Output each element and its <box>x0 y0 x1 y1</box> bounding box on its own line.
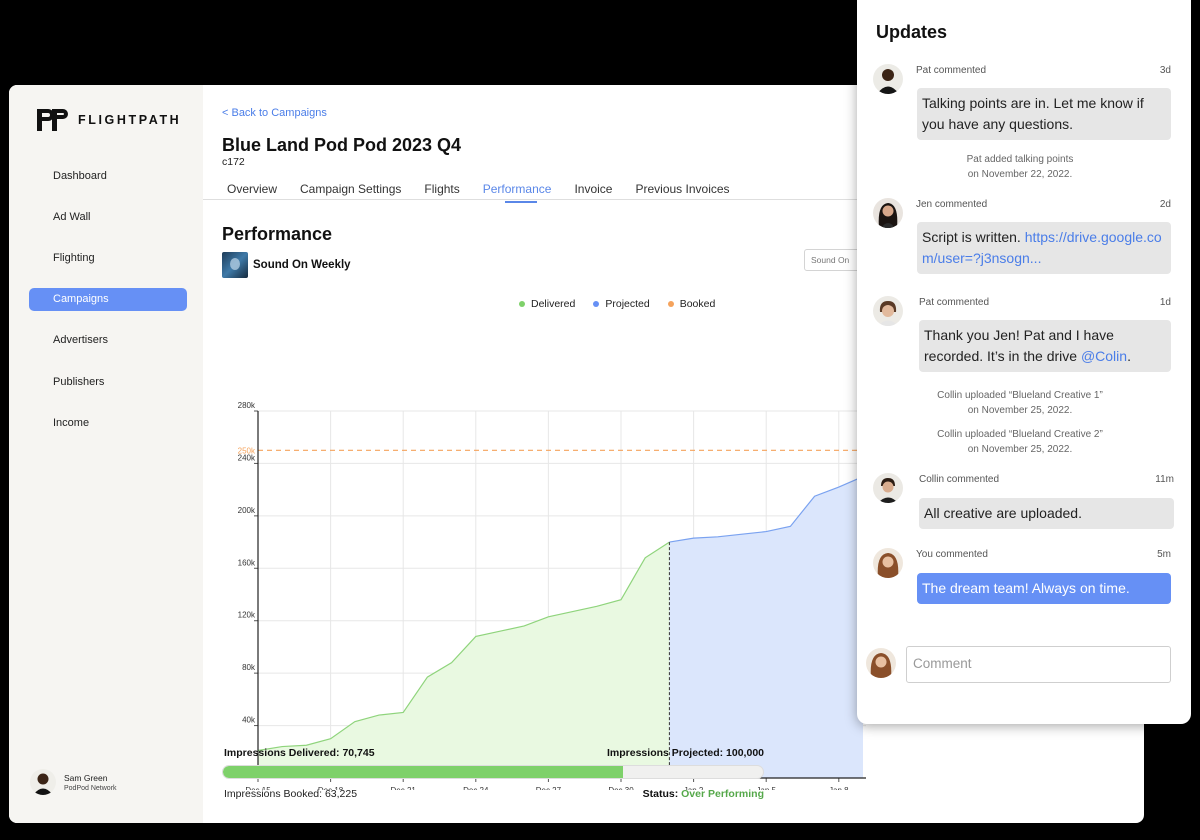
booked-line-label: 250k <box>238 446 256 455</box>
impressions-chart: 280k240k200k160k120k80k40kDec 15Dec 18De… <box>238 401 866 790</box>
update-author: Pat commented <box>916 65 987 76</box>
y-tick-label: 80k <box>242 663 256 672</box>
show-select[interactable]: Sound On <box>804 249 864 271</box>
comment-bubble: Thank you Jen! Pat and I have recorded. … <box>919 320 1171 372</box>
sidebar-item-dashboard[interactable]: Dashboard <box>29 165 187 188</box>
x-tick-label: Dec 24 <box>463 786 489 790</box>
show-thumbnail <box>222 252 248 278</box>
activity-note-line: Pat added talking points <box>966 154 1074 165</box>
activity-note-date: on November 25, 2022. <box>967 444 1073 455</box>
avatar <box>30 769 56 795</box>
y-tick-label: 40k <box>242 716 256 725</box>
logo[interactable]: FLIGHTPATH <box>37 109 181 131</box>
tab-bar: Overview Campaign Settings Flights Perfo… <box>227 182 753 203</box>
tab-campaign-settings[interactable]: Campaign Settings <box>300 182 401 196</box>
show-selector: Sound On Weekly <box>222 252 351 278</box>
update-time: 5m <box>1157 549 1171 560</box>
comment-text-suffix: . <box>1127 348 1131 364</box>
page-title: Blue Land Pod Pod 2023 Q4 <box>222 135 462 155</box>
legend-label: Projected <box>605 298 650 310</box>
update-time: 11m <box>1155 474 1174 485</box>
section-title: Performance <box>222 224 333 244</box>
tab-overview[interactable]: Overview <box>227 182 277 196</box>
update-author: Pat commented <box>919 297 990 308</box>
impressions-booked: Impressions Booked: 63,225 <box>224 788 358 800</box>
comment-bubble: All creative are uploaded. <box>919 498 1174 529</box>
back-to-campaigns-link[interactable]: < Back to Campaigns <box>222 107 327 119</box>
avatar <box>866 648 896 678</box>
campaign-code: c172 <box>222 156 245 168</box>
updates-title: Updates <box>876 22 948 42</box>
show-name: Sound On Weekly <box>253 259 351 271</box>
legend-item-delivered: Delivered <box>519 298 575 310</box>
impressions-progress-fill <box>223 766 623 778</box>
x-tick-label: Dec 21 <box>391 786 417 790</box>
sidebar-item-income[interactable]: Income <box>29 412 187 435</box>
avatar <box>873 548 903 578</box>
my-comment-bubble: The dream team! Always on time. <box>917 573 1171 604</box>
legend-item-booked: Booked <box>667 298 716 310</box>
impressions-progress-bar <box>222 765 764 779</box>
avatar <box>873 198 903 228</box>
update-author: Collin commented <box>919 474 1000 485</box>
flightpath-logo-icon <box>37 109 68 131</box>
user-org: PodPod Network <box>64 784 117 792</box>
avatar <box>873 64 903 94</box>
user-profile[interactable]: Sam Green PodPod Network <box>30 769 117 795</box>
update-time: 3d <box>1159 65 1171 76</box>
activity-note-line: Collin uploaded “Blueland Creative 1” <box>937 390 1103 401</box>
updates-panel: Updates Pat commented 3d Talking points … <box>857 0 1191 724</box>
activity-note-line: Collin uploaded “Blueland Creative 2” <box>937 429 1103 440</box>
tab-previous-invoices[interactable]: Previous Invoices <box>635 182 729 196</box>
activity-note-date: on November 22, 2022. <box>967 169 1073 180</box>
sidebar-item-ad-wall[interactable]: Ad Wall <box>29 206 187 229</box>
comment-text: Script is written. <box>922 229 1025 245</box>
y-tick-label: 120k <box>238 611 256 620</box>
y-tick-label: 200k <box>238 506 256 515</box>
legend-label: Booked <box>679 298 716 310</box>
brand-name: FLIGHTPATH <box>78 113 182 127</box>
activity-note: Collin uploaded “Blueland Creative 2” on… <box>917 427 1123 457</box>
status-value: Over Performing <box>681 788 764 800</box>
comment-bubble: Talking points are in. Let me know if yo… <box>917 88 1171 140</box>
update-author: You commented <box>916 549 988 560</box>
sidebar-item-flighting[interactable]: Flighting <box>29 247 187 270</box>
comment-mention[interactable]: @Colin <box>1081 348 1127 364</box>
legend-dot <box>667 301 674 307</box>
comment-bubble: Script is written. https://drive.google.… <box>917 222 1171 274</box>
y-tick-label: 160k <box>238 558 256 567</box>
activity-note: Collin uploaded “Blueland Creative 1” on… <box>917 388 1123 418</box>
legend-item-projected: Projected <box>593 298 650 310</box>
campaign-status: Status: Over Performing <box>603 788 764 800</box>
user-name: Sam Green <box>64 772 108 783</box>
sidebar-item-publishers[interactable]: Publishers <box>29 371 187 394</box>
comment-input[interactable]: Comment <box>906 646 1171 683</box>
impressions-delivered: Impressions Delivered: 70,745 <box>224 747 375 759</box>
sidebar-item-campaigns[interactable]: Campaigns <box>29 288 187 311</box>
tab-performance[interactable]: Performance <box>483 182 551 203</box>
delivered-series-area <box>258 542 670 778</box>
update-time: 1d <box>1159 297 1171 308</box>
legend-dot <box>593 301 600 307</box>
legend-dot <box>519 301 525 307</box>
status-label: Status: <box>642 788 679 800</box>
update-time: 2d <box>1159 199 1171 210</box>
legend-label: Delivered <box>531 298 576 310</box>
update-author: Jen commented <box>916 199 988 210</box>
sidebar: FLIGHTPATH Dashboard Ad Wall Flighting C… <box>9 85 203 823</box>
chart-legend: Delivered Projected Booked <box>519 298 715 310</box>
avatar <box>873 473 903 503</box>
tab-flights[interactable]: Flights <box>424 182 459 196</box>
avatar <box>873 296 903 326</box>
x-tick-label: Dec 27 <box>536 786 562 790</box>
activity-note: Pat added talking points on November 22,… <box>917 152 1123 182</box>
x-tick-label: Jan 8 <box>829 786 849 790</box>
tab-invoice[interactable]: Invoice <box>574 182 612 196</box>
impressions-projected: Impressions Projected: 100,000 <box>607 747 764 759</box>
y-tick-label: 280k <box>238 401 256 410</box>
activity-note-date: on November 25, 2022. <box>967 405 1073 416</box>
sidebar-item-advertisers[interactable]: Advertisers <box>29 329 187 352</box>
